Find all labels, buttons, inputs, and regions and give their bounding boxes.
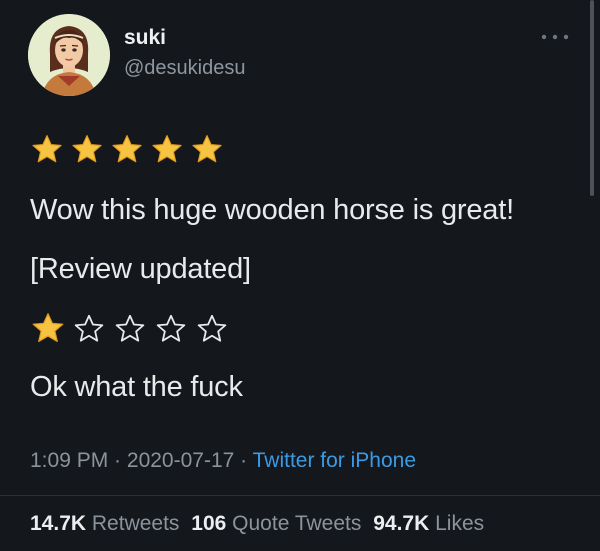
likes-stat[interactable]: 94.7K Likes (373, 512, 484, 535)
tweet-card: suki @desukidesu Wow this huge wooden ho… (0, 0, 600, 551)
tweet-stats: 14.7K Retweets 106 Quote Tweets 94.7K Li… (30, 512, 484, 536)
quote-tweets-stat[interactable]: 106 Quote Tweets (191, 512, 361, 535)
star-outline-icon (115, 314, 145, 342)
tweet-meta: 1:09 PM · 2020-07-17 · Twitter for iPhon… (30, 449, 416, 473)
star-filled-icon (192, 134, 222, 163)
tweet-time[interactable]: 1:09 PM (30, 449, 108, 472)
star-outline-icon (74, 314, 104, 342)
avatar-illustration (28, 14, 110, 96)
quote-tweets-label: Quote Tweets (232, 512, 362, 535)
star-filled-icon (112, 134, 142, 163)
scrollbar[interactable] (590, 0, 594, 196)
divider (0, 495, 600, 496)
star-outline-icon (156, 314, 186, 342)
tweet-text-line: Wow this huge wooden horse is great! (30, 194, 514, 226)
star-filled-icon (32, 134, 62, 163)
quote-tweets-count: 106 (191, 512, 227, 535)
meta-separator: · (108, 449, 127, 472)
retweets-count: 14.7K (30, 512, 87, 535)
rating-before (30, 133, 224, 167)
star-filled-icon (32, 313, 64, 343)
display-name[interactable]: suki (124, 26, 166, 50)
likes-count: 94.7K (373, 512, 430, 535)
retweets-label: Retweets (91, 512, 180, 535)
rating-after (30, 311, 230, 347)
tweet-text-line: [Review updated] (30, 253, 251, 285)
star-filled-icon (72, 134, 102, 163)
tweet-source-link[interactable]: Twitter for iPhone (253, 449, 416, 472)
likes-label: Likes (435, 512, 485, 535)
tweet-text-line: Ok what the fuck (30, 371, 243, 403)
meta-separator: · (234, 449, 253, 472)
avatar[interactable] (28, 14, 110, 96)
star-outline-icon (197, 314, 227, 342)
retweets-stat[interactable]: 14.7K Retweets (30, 512, 179, 535)
more-icon[interactable] (540, 30, 570, 44)
tweet-date[interactable]: 2020-07-17 (127, 449, 234, 472)
star-filled-icon (152, 134, 182, 163)
user-handle[interactable]: @desukidesu (124, 57, 245, 80)
